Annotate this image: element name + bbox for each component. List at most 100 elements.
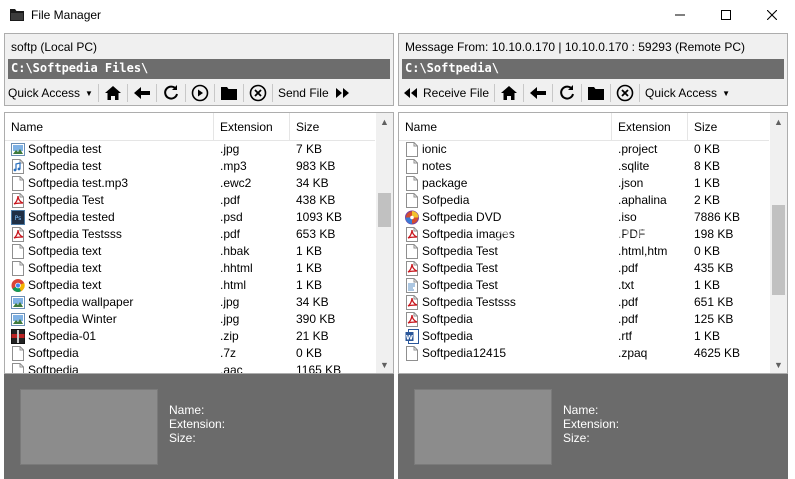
play-button[interactable] <box>188 82 212 104</box>
quick-access-dropdown[interactable]: Quick Access ▼ <box>5 82 96 104</box>
file-row[interactable]: Softpedia wallpaper .jpg 34 KB <box>5 294 375 311</box>
file-row[interactable]: Softpedia .7z 0 KB <box>5 345 375 362</box>
quick-access-label: Quick Access <box>645 86 718 100</box>
file-row[interactable]: Softpedia text .html 1 KB <box>5 277 375 294</box>
play-circle-icon <box>191 84 209 102</box>
scroll-up-icon[interactable]: ▲ <box>770 113 787 130</box>
file-extension: .hhtml <box>220 261 253 275</box>
file-name: Softpedia <box>422 312 473 326</box>
file-icon <box>405 142 419 157</box>
file-row[interactable]: Softpedia Test .txt 1 KB <box>399 277 769 294</box>
file-name: Softpedia12415 <box>422 346 507 360</box>
file-row[interactable]: Softpedia Testsss .pdf 651 KB <box>399 294 769 311</box>
file-row[interactable]: W Softpedia .rtf 1 KB <box>399 328 769 345</box>
local-file-list[interactable]: Name Extension Size Softpedia test .jpg 7 … <box>4 112 394 374</box>
preview-extension-label: Extension: <box>563 417 620 431</box>
file-row[interactable]: Softpedia .aac 1165 KB <box>5 362 375 373</box>
file-size: 1093 KB <box>296 210 343 224</box>
file-row[interactable]: Softpedia test .jpg 7 KB <box>5 141 375 158</box>
file-name: Softpedia test <box>28 142 102 156</box>
file-name: Softpedia test.mp3 <box>28 176 129 190</box>
file-row[interactable]: Softpedia Test .html,htm 0 KB <box>399 243 769 260</box>
column-size[interactable]: Size <box>688 113 769 141</box>
zip-icon <box>11 329 25 344</box>
cancel-button[interactable] <box>613 82 637 104</box>
file-row[interactable]: Softpedia text .hbak 1 KB <box>5 243 375 260</box>
file-name: Softpedia text <box>28 244 102 258</box>
file-row[interactable]: Softpedia test .mp3 983 KB <box>5 158 375 175</box>
send-file-button[interactable]: Send File <box>275 82 354 104</box>
toolbar-separator <box>184 84 186 102</box>
file-extension: .json <box>618 176 644 190</box>
receive-file-button[interactable]: Receive File <box>399 82 492 104</box>
local-scrollbar[interactable]: ▲ ▼ <box>376 113 393 373</box>
image-icon <box>11 295 25 310</box>
file-row[interactable]: Softpedia Test .pdf 435 KB <box>399 260 769 277</box>
remote-file-list[interactable]: Name Extension Size ionic .project 0 KB not… <box>398 112 788 374</box>
file-size: 0 KB <box>694 244 721 258</box>
toolbar-separator <box>126 84 128 102</box>
column-extension[interactable]: Extension <box>214 113 290 141</box>
file-row[interactable]: Softpedia images .PDF 198 KB <box>399 226 769 243</box>
file-size: 125 KB <box>694 312 734 326</box>
file-extension: .html <box>220 278 247 292</box>
back-button[interactable] <box>526 82 550 104</box>
file-row[interactable]: Softpedia Test .pdf 438 KB <box>5 192 375 209</box>
refresh-button[interactable] <box>159 82 183 104</box>
file-row[interactable]: Softpedia .pdf 125 KB <box>399 311 769 328</box>
file-row[interactable]: Softpedia12415 .zpaq 4625 KB <box>399 345 769 362</box>
column-name[interactable]: Name <box>399 113 612 141</box>
file-row[interactable]: Ps Softpedia tested .psd 1093 KB <box>5 209 375 226</box>
cancel-circle-icon <box>249 84 267 102</box>
file-extension: .7z <box>220 346 237 360</box>
file-extension: .jpg <box>220 142 240 156</box>
file-name: Softpedia <box>28 346 79 360</box>
open-folder-button[interactable] <box>584 82 608 104</box>
quick-access-dropdown[interactable]: Quick Access ▼ <box>642 82 733 104</box>
chrome-icon <box>11 278 25 293</box>
scroll-down-icon[interactable]: ▼ <box>376 356 393 373</box>
toolbar-separator <box>97 84 99 102</box>
refresh-button[interactable] <box>555 82 579 104</box>
file-row[interactable]: Softpedia-01 .zip 21 KB <box>5 328 375 345</box>
file-row[interactable]: Softpedia Winter .jpg 390 KB <box>5 311 375 328</box>
file-extension: .pdf <box>220 193 241 207</box>
scroll-thumb[interactable] <box>772 205 785 295</box>
home-button[interactable] <box>497 82 521 104</box>
file-size: 435 KB <box>694 261 734 275</box>
file-row[interactable]: Softpedia DVD .iso 7886 KB <box>399 209 769 226</box>
minimize-button[interactable] <box>657 0 703 30</box>
scroll-down-icon[interactable]: ▼ <box>770 356 787 373</box>
file-row[interactable]: Softpedia text .hhtml 1 KB <box>5 260 375 277</box>
maximize-button[interactable] <box>703 0 749 30</box>
svg-text:W: W <box>406 334 413 342</box>
maximize-icon <box>721 10 731 20</box>
file-row[interactable]: Sofpedia .aphalina 2 KB <box>399 192 769 209</box>
local-preview: Name: Extension: Size: <box>4 374 394 479</box>
remote-scrollbar[interactable]: ▲ ▼ <box>770 113 787 373</box>
cancel-button[interactable] <box>246 82 270 104</box>
close-button[interactable] <box>749 0 795 30</box>
column-extension[interactable]: Extension <box>612 113 688 141</box>
column-size[interactable]: Size <box>290 113 375 141</box>
remote-path-bar[interactable]: C:\Softpedia\ <box>402 59 784 79</box>
file-extension: .rtf <box>618 329 632 343</box>
file-row[interactable]: package .json 1 KB <box>399 175 769 192</box>
scroll-thumb[interactable] <box>378 193 391 227</box>
file-name: Softpedia tested <box>28 210 115 224</box>
local-panel: softp (Local PC) C:\Softpedia Files\ Qui… <box>4 33 394 479</box>
column-name[interactable]: Name <box>5 113 214 141</box>
scroll-up-icon[interactable]: ▲ <box>376 113 393 130</box>
file-icon <box>11 363 25 373</box>
file-row[interactable]: ionic .project 0 KB <box>399 141 769 158</box>
rewind-icon <box>404 88 417 98</box>
file-row[interactable]: Softpedia test.mp3 .ewc2 34 KB <box>5 175 375 192</box>
home-button[interactable] <box>101 82 125 104</box>
back-button[interactable] <box>130 82 154 104</box>
local-path-bar[interactable]: C:\Softpedia Files\ <box>8 59 390 79</box>
file-row[interactable]: notes .sqlite 8 KB <box>399 158 769 175</box>
file-size: 7886 KB <box>694 210 741 224</box>
open-folder-button[interactable] <box>217 82 241 104</box>
file-row[interactable]: Softpedia Testsss .pdf 653 KB <box>5 226 375 243</box>
preview-thumbnail <box>20 389 158 465</box>
